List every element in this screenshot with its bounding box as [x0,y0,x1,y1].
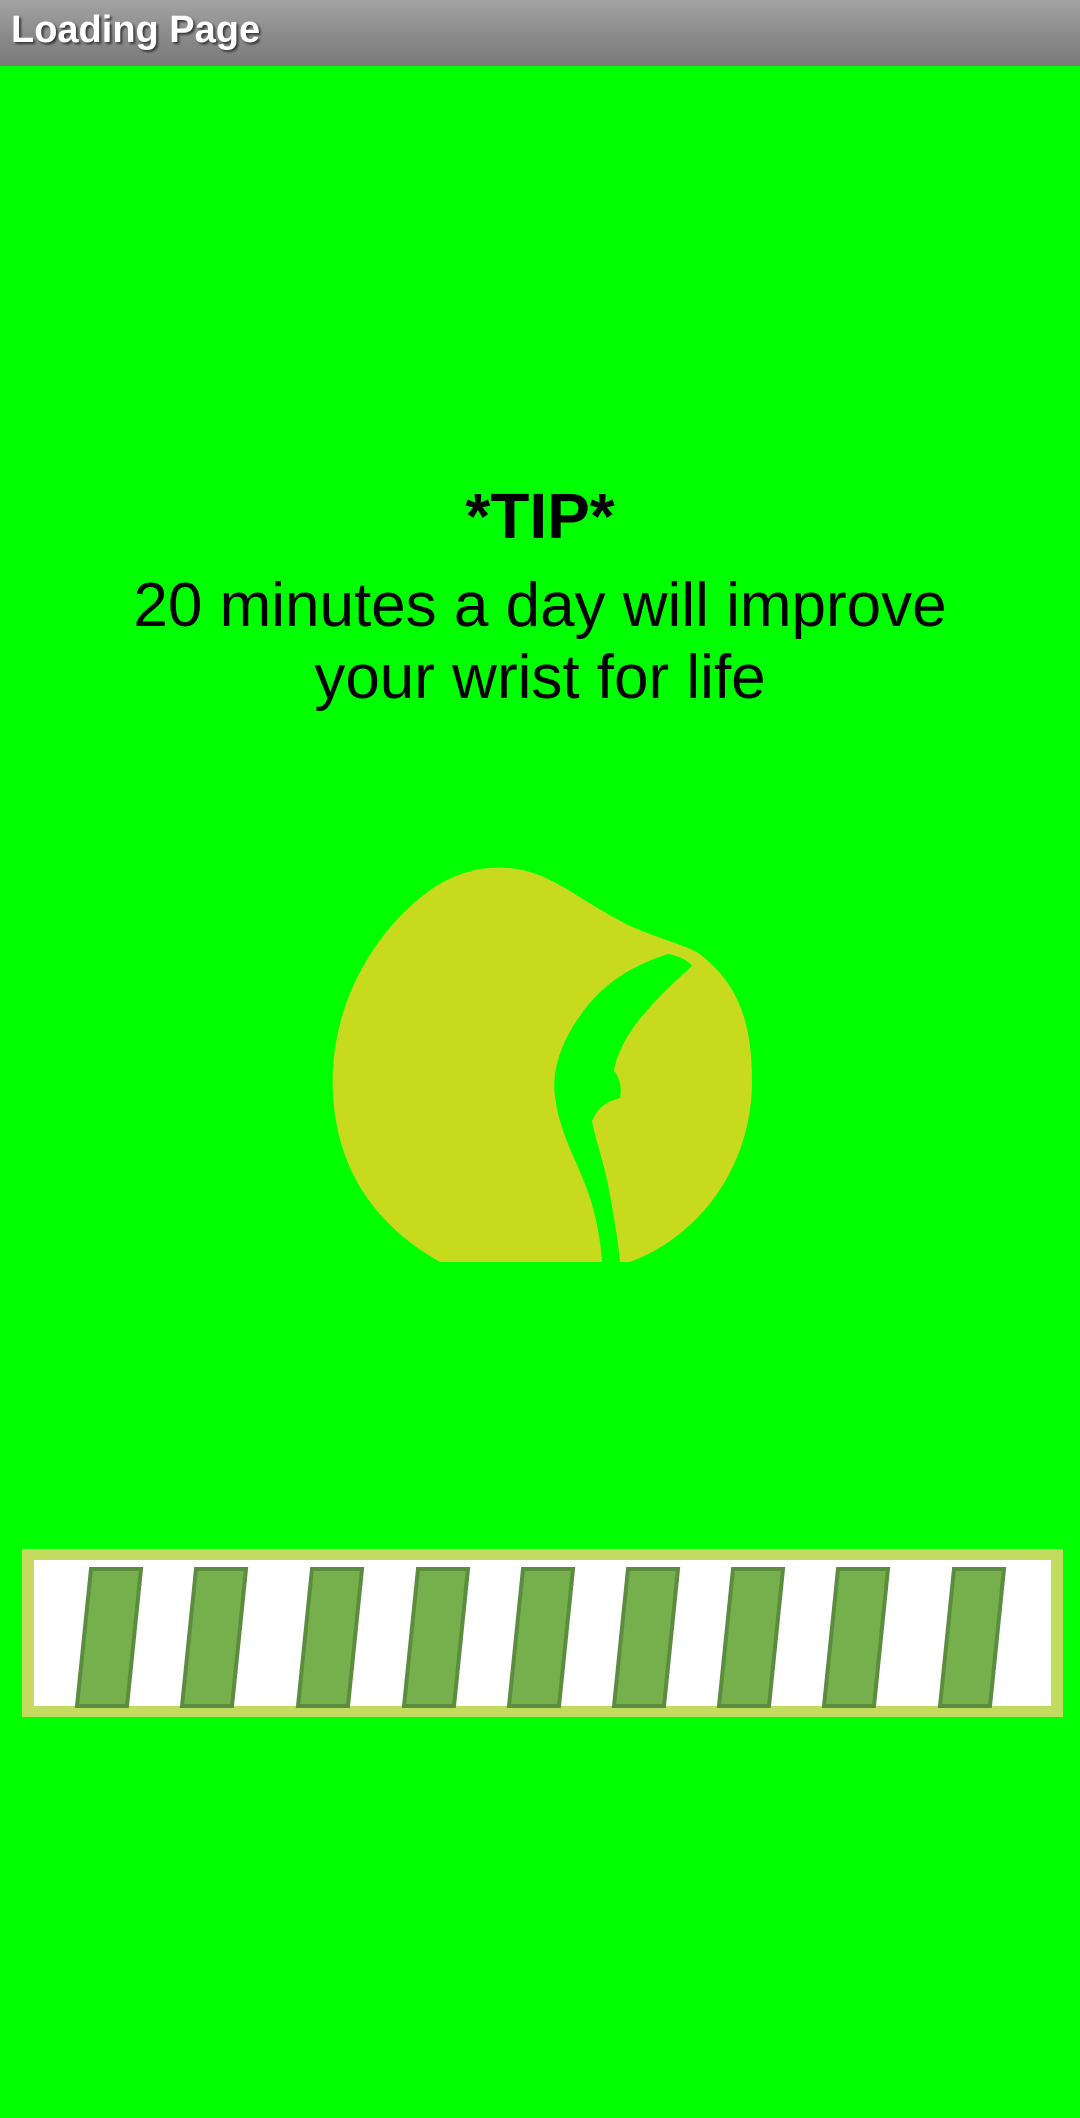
tip-text: 20 minutes a day will improve your wrist… [133,571,947,712]
loading-progress-bar [22,1549,1063,1717]
window-title: Loading Page [11,9,261,51]
tennis-ball-icon [332,867,752,1262]
title-bar: Loading Page [0,0,1080,66]
tip-heading: *TIP* [465,480,615,552]
